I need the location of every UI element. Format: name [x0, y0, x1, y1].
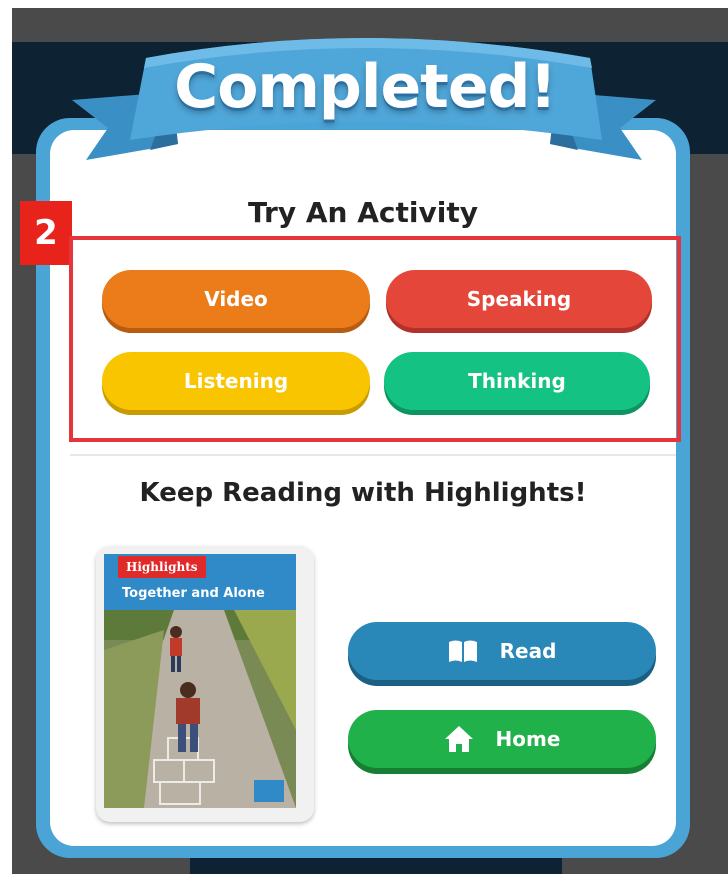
step-number-badge: 2 [20, 201, 72, 265]
listening-button[interactable]: Listening [102, 352, 370, 410]
book-title: Together and Alone [122, 586, 265, 601]
activity-heading: Try An Activity [248, 196, 478, 229]
read-button-label: Read [499, 639, 557, 663]
speaking-button[interactable]: Speaking [386, 270, 652, 328]
book-brand-label: Highlights [118, 556, 206, 578]
book-cover-photo [104, 610, 296, 808]
home-icon [444, 725, 474, 753]
section-divider [70, 454, 676, 456]
book-open-icon [448, 639, 478, 663]
thinking-button[interactable]: Thinking [384, 352, 650, 410]
banner-title: Completed! [174, 52, 557, 122]
keep-reading-heading: Keep Reading with Highlights! [139, 478, 587, 508]
home-button-label: Home [495, 727, 561, 751]
book-cover[interactable]: Highlights Together and Alone [104, 554, 296, 808]
home-button[interactable]: Home [348, 710, 656, 768]
read-button[interactable]: Read [348, 622, 656, 680]
activity-highlight-box [69, 236, 681, 442]
video-button[interactable]: Video [102, 270, 370, 328]
